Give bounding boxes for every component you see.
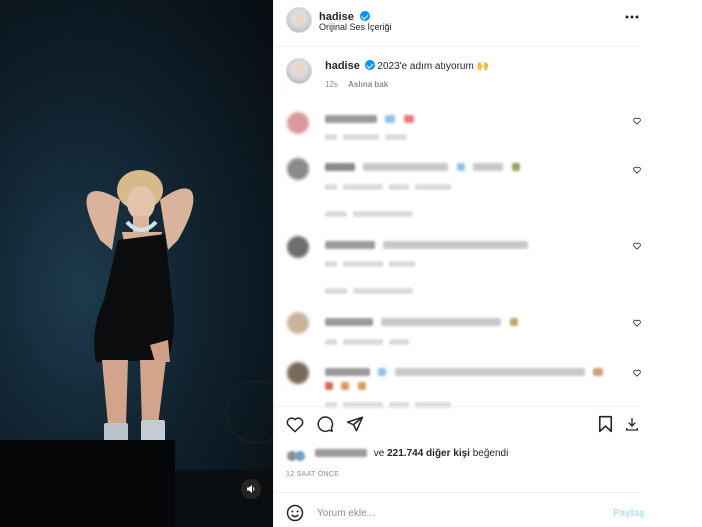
- speaker-icon: [247, 485, 255, 493]
- post-timestamp[interactable]: 12 SAAT ÖNCE: [286, 471, 339, 478]
- comment-meta: [325, 396, 457, 408]
- comment-avatar[interactable]: [287, 158, 309, 180]
- comment-like-icon[interactable]: [633, 369, 641, 377]
- more-horizontal-icon: [625, 15, 639, 19]
- download-icon: [626, 418, 638, 431]
- verified-badge-icon: [360, 11, 371, 21]
- comment-icon: [317, 416, 334, 433]
- header-divider: [274, 46, 640, 47]
- comment-box-divider: [274, 492, 640, 493]
- smiley-icon: [286, 504, 304, 522]
- comment-meta: [325, 255, 421, 267]
- audio-label[interactable]: Orijinal Ses İçeriği: [319, 22, 392, 32]
- likes-prefix: ve: [373, 448, 385, 459]
- comment-like-icon[interactable]: [633, 117, 641, 125]
- caption-meta: 12s Aslına bak: [325, 80, 388, 89]
- actions-divider: [274, 406, 640, 407]
- caption-emoji: 🙌: [476, 61, 490, 72]
- save-button[interactable]: [595, 414, 615, 434]
- caption-username[interactable]: hadise: [325, 60, 360, 72]
- comment-text: [325, 363, 607, 376]
- caption: hadise 2023'e adım atıyorum 🙌: [325, 60, 489, 72]
- likes-summary: ve 221.744 diğer kişi beğendi: [315, 448, 508, 459]
- send-icon: [346, 416, 364, 432]
- like-button[interactable]: [285, 414, 305, 434]
- comment-avatar[interactable]: [287, 362, 309, 384]
- view-replies[interactable]: [325, 205, 419, 217]
- heart-icon: [286, 416, 304, 432]
- comment-button[interactable]: [315, 414, 335, 434]
- view-replies[interactable]: [325, 282, 419, 294]
- stage-edge: [175, 470, 273, 527]
- comment-meta: [325, 178, 457, 190]
- post-media[interactable]: [0, 0, 273, 527]
- comment-text: [325, 313, 522, 326]
- share-button[interactable]: [345, 414, 365, 434]
- caption-verified-icon: [364, 60, 375, 70]
- more-options-button[interactable]: [623, 10, 641, 24]
- likes-count[interactable]: 221.744 diğer kişi: [387, 448, 470, 459]
- caption-text: 2023'e adım atıyorum: [377, 61, 474, 72]
- comment-avatar[interactable]: [287, 236, 309, 258]
- comment-input[interactable]: Yorum ekle...: [317, 508, 375, 519]
- emoji-picker-button[interactable]: [285, 503, 305, 523]
- post-comment-button[interactable]: Paylaş: [613, 508, 645, 519]
- translate-link[interactable]: Aslına bak: [348, 80, 388, 89]
- comment-text: [325, 158, 524, 171]
- comment-like-icon[interactable]: [633, 319, 641, 327]
- comment-meta: [325, 128, 413, 140]
- comment-meta: [325, 333, 415, 345]
- caption-time: 12s: [325, 80, 338, 89]
- page-gutter: [640, 0, 702, 527]
- comment-text: [325, 110, 418, 123]
- comment-avatar[interactable]: [287, 312, 309, 334]
- download-button[interactable]: [624, 414, 640, 434]
- liker-username[interactable]: [315, 449, 367, 458]
- comment-like-icon[interactable]: [633, 242, 641, 250]
- stage-platform: [0, 440, 175, 527]
- likes-suffix: beğendi: [472, 448, 509, 459]
- header-avatar[interactable]: [286, 7, 312, 33]
- liker-avatars[interactable]: [287, 447, 309, 465]
- volume-button[interactable]: [241, 479, 261, 499]
- caption-avatar[interactable]: [286, 58, 312, 84]
- comment-emojis: [325, 377, 370, 390]
- comment-avatar[interactable]: [287, 112, 309, 134]
- bookmark-icon: [598, 415, 612, 433]
- comment-like-icon[interactable]: [633, 166, 641, 174]
- comment-text: [325, 236, 532, 249]
